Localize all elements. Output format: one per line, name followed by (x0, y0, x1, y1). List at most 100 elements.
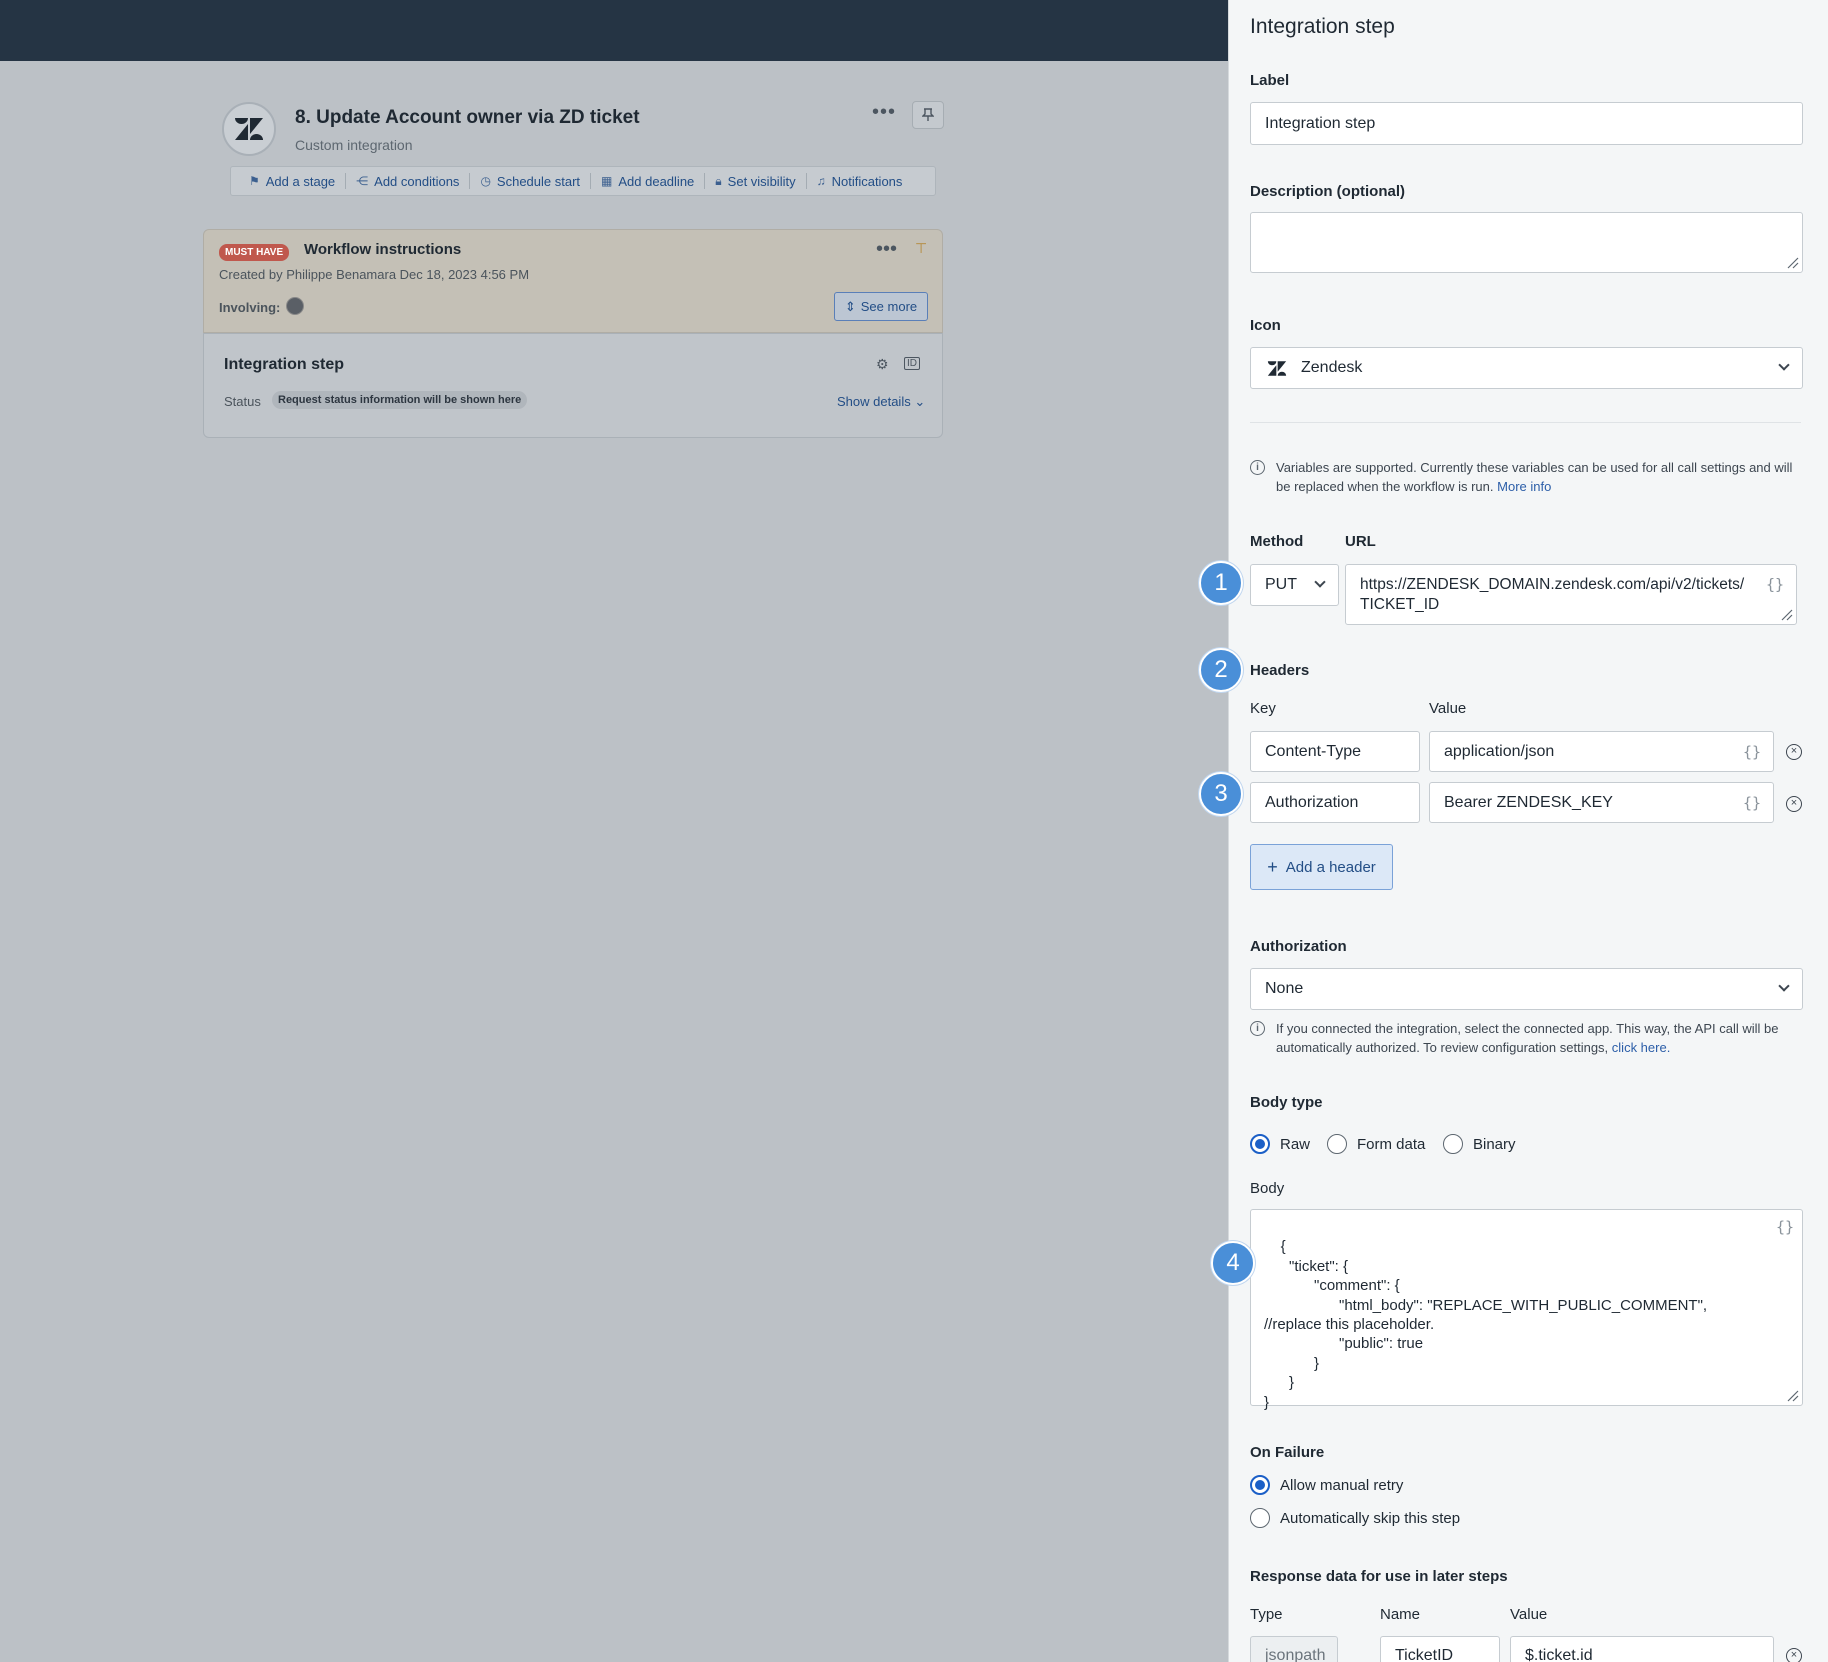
callout-marker-4: 4 (1211, 1241, 1255, 1285)
see-more-button[interactable]: ⇕See more (834, 292, 928, 321)
variables-braces-icon[interactable]: {} (1743, 794, 1761, 812)
clock-icon: ◷ (480, 174, 490, 188)
header-key-input[interactable]: Authorization (1250, 782, 1420, 823)
more-options-icon[interactable]: ••• (872, 101, 896, 124)
description-label: Description (optional) (1250, 183, 1405, 200)
status-label: Status (224, 394, 261, 409)
remove-header-icon[interactable]: × (1786, 796, 1802, 812)
involving-label: Involving: (219, 300, 280, 315)
variables-info: i Variables are supported. Currently the… (1250, 458, 1805, 496)
chevron-down-icon (1778, 359, 1789, 370)
bell-icon: ♫ (817, 174, 826, 188)
allow-manual-retry-radio[interactable]: Allow manual retry (1250, 1475, 1403, 1495)
callout-marker-1: 1 (1199, 561, 1243, 605)
set-visibility-button[interactable]: 🔒︎Set visibility (705, 173, 806, 189)
more-info-link[interactable]: More info (1497, 479, 1551, 494)
integration-step-card[interactable]: Integration step ⚙ ID Status Request sta… (203, 333, 943, 438)
variables-braces-icon[interactable]: {} (1743, 743, 1761, 761)
pin-icon[interactable] (912, 101, 944, 129)
authorization-label: Authorization (1250, 938, 1347, 955)
response-value-label: Value (1510, 1606, 1547, 1623)
branch-icon: ⋲ (356, 174, 368, 188)
gear-icon[interactable]: ⚙ (876, 356, 889, 373)
instructions-title: Workflow instructions (304, 241, 461, 258)
header-value-input[interactable]: application/json {} (1429, 731, 1774, 772)
more-options-icon[interactable]: ••• (876, 238, 897, 261)
variables-braces-icon[interactable]: {} (1766, 575, 1784, 595)
body-type-form-data-radio[interactable]: Form data (1327, 1134, 1425, 1154)
body-type-binary-radio[interactable]: Binary (1443, 1134, 1516, 1154)
key-label: Key (1250, 700, 1276, 717)
response-data-label: Response data for use in later steps (1250, 1568, 1508, 1585)
info-icon: i (1250, 1021, 1265, 1036)
chevron-down-icon (1314, 576, 1325, 587)
radio-icon (1327, 1134, 1347, 1154)
resize-handle-icon[interactable] (1787, 1390, 1799, 1402)
schedule-start-button[interactable]: ◷Schedule start (470, 173, 591, 189)
body-textarea[interactable]: { "ticket": { "comment": { "html_body": … (1250, 1209, 1803, 1406)
pin-icon[interactable]: ⊤ (915, 240, 927, 257)
show-details-link[interactable]: Show details ⌄ (837, 394, 925, 410)
workflow-header: 8. Update Account owner via ZD ticket Cu… (222, 99, 942, 161)
add-conditions-button[interactable]: ⋲Add conditions (346, 173, 470, 189)
response-name-input[interactable]: TicketID (1380, 1636, 1500, 1662)
plus-icon: + (1267, 857, 1278, 878)
description-textarea[interactable] (1250, 212, 1803, 273)
headers-label: Headers (1250, 662, 1309, 679)
add-stage-button[interactable]: ⚑Add a stage (239, 173, 346, 189)
method-label: Method (1250, 533, 1303, 550)
resize-handle-icon[interactable] (1787, 257, 1799, 269)
variables-braces-icon[interactable]: {} (1776, 1218, 1794, 1237)
body-label: Body (1250, 1180, 1284, 1197)
calendar-icon: ▦ (601, 174, 612, 188)
remove-response-icon[interactable]: × (1786, 1648, 1802, 1662)
resize-handle-icon[interactable] (1781, 609, 1793, 621)
radio-selected-icon (1250, 1134, 1270, 1154)
radio-icon (1250, 1508, 1270, 1528)
header-key-input[interactable]: Content-Type (1250, 731, 1420, 772)
click-here-link[interactable]: click here. (1612, 1040, 1671, 1055)
avatar[interactable] (286, 297, 304, 315)
zendesk-logo-icon (222, 102, 276, 156)
zendesk-icon (1267, 360, 1287, 377)
lock-icon: 🔒︎ (715, 174, 721, 189)
method-select[interactable]: PUT (1250, 564, 1339, 606)
url-textarea[interactable]: https://ZENDESK_DOMAIN.zendesk.com/api/v… (1345, 564, 1797, 625)
url-label: URL (1345, 533, 1376, 550)
label-input[interactable]: Integration step (1250, 102, 1803, 145)
icon-select[interactable]: Zendesk (1250, 347, 1803, 389)
integration-step-panel: Integration step Label Integration step … (1228, 0, 1828, 1662)
created-by-text: Created by Philippe Benamara Dec 18, 202… (219, 267, 529, 282)
add-deadline-button[interactable]: ▦Add deadline (591, 173, 705, 189)
authorization-info: i If you connected the integration, sele… (1250, 1019, 1805, 1057)
status-badge: Request status information will be shown… (272, 391, 527, 409)
header-value-input[interactable]: Bearer ZENDESK_KEY {} (1429, 782, 1774, 823)
response-type-input: jsonpath (1250, 1636, 1338, 1662)
chevron-down-icon (1778, 980, 1789, 991)
chevron-down-icon: ⌄ (914, 394, 925, 409)
radio-selected-icon (1250, 1475, 1270, 1495)
must-have-badge: MUST HAVE (219, 244, 289, 261)
id-icon[interactable]: ID (904, 357, 920, 370)
notifications-button[interactable]: ♫Notifications (807, 173, 913, 189)
workflow-title: 8. Update Account owner via ZD ticket (295, 107, 640, 129)
add-header-button[interactable]: + Add a header (1250, 844, 1393, 890)
body-type-raw-radio[interactable]: Raw (1250, 1134, 1310, 1154)
body-type-label: Body type (1250, 1094, 1323, 1111)
response-value-input[interactable]: $.ticket.id (1510, 1636, 1774, 1662)
workflow-actions-bar: ⚑Add a stage ⋲Add conditions ◷Schedule s… (230, 166, 936, 196)
flag-icon: ⚑ (249, 174, 260, 188)
divider (1250, 422, 1801, 423)
response-name-label: Name (1380, 1606, 1420, 1623)
response-type-label: Type (1250, 1606, 1283, 1623)
auto-skip-step-radio[interactable]: Automatically skip this step (1250, 1508, 1460, 1528)
remove-header-icon[interactable]: × (1786, 744, 1802, 760)
workflow-instructions-card: MUST HAVE Workflow instructions Created … (203, 229, 943, 333)
radio-icon (1443, 1134, 1463, 1154)
integration-step-title: Integration step (224, 356, 344, 374)
authorization-select[interactable]: None (1250, 968, 1803, 1010)
label-label: Label (1250, 72, 1289, 89)
expand-icon: ⇕ (845, 299, 856, 315)
panel-title: Integration step (1250, 15, 1395, 39)
callout-marker-3: 3 (1199, 772, 1243, 816)
